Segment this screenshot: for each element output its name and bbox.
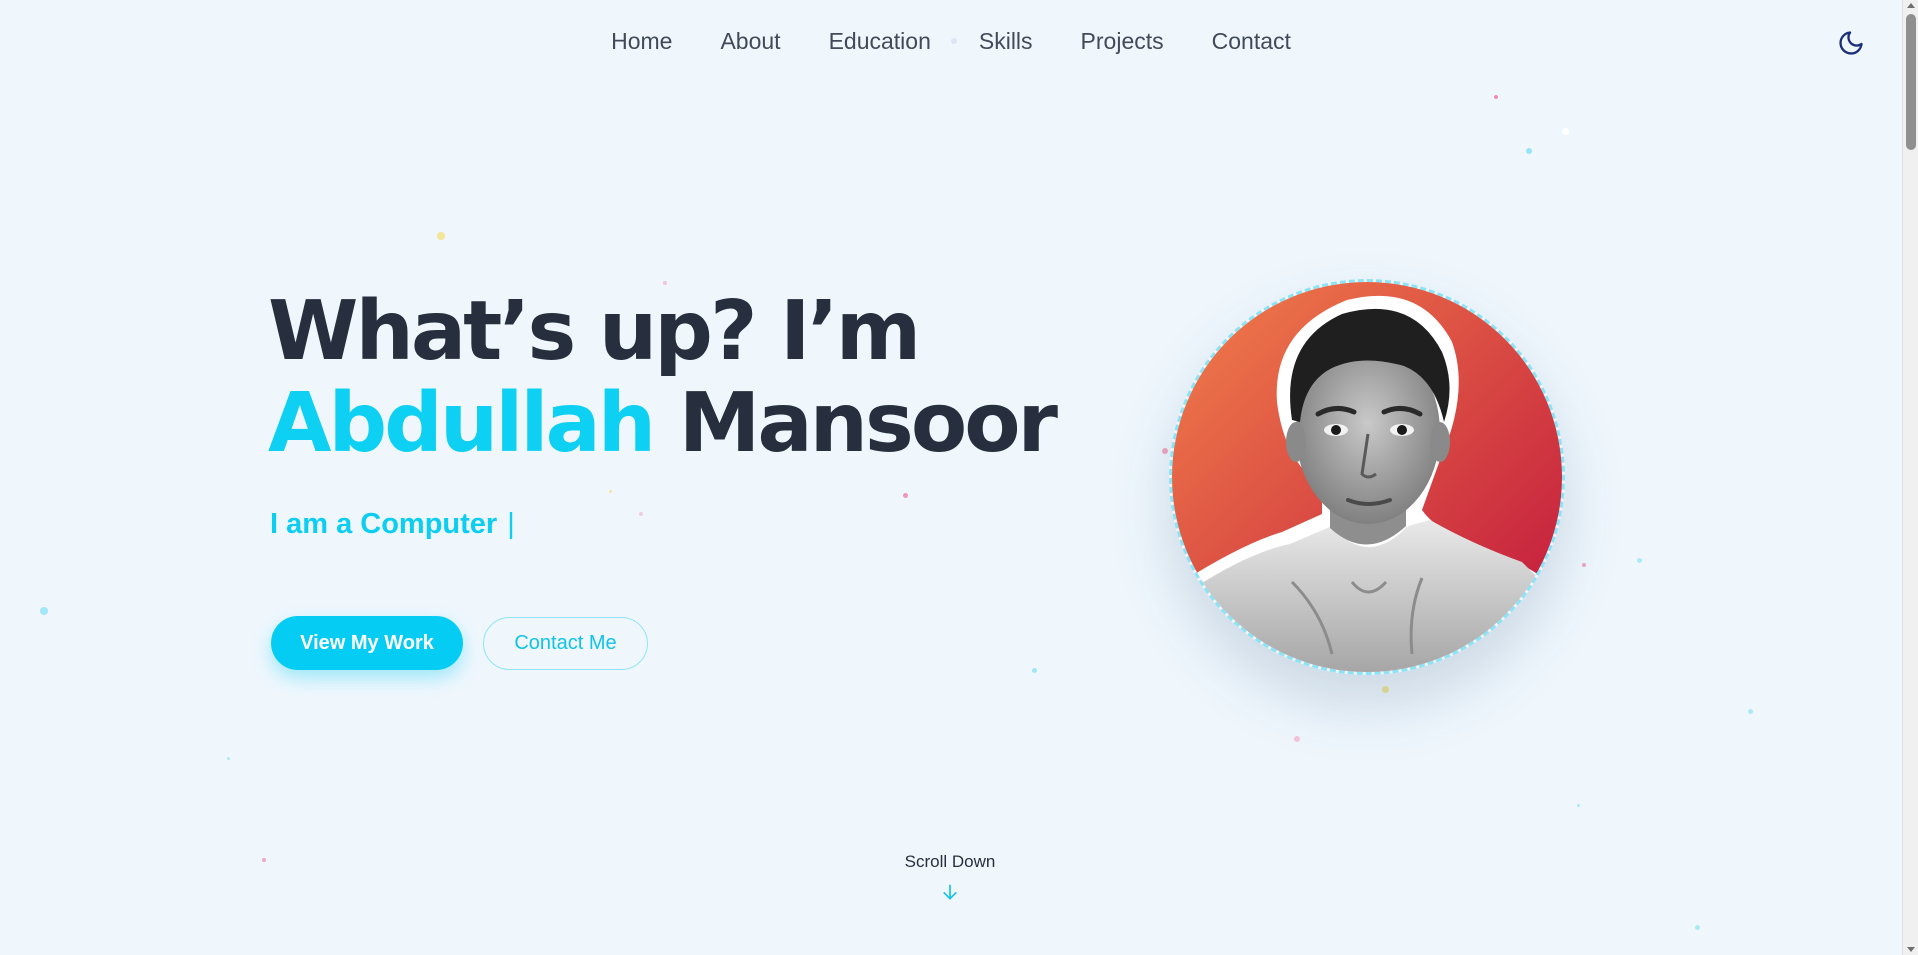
- hero-greeting: What’s up? I’m: [268, 284, 921, 379]
- nav-education[interactable]: Education: [829, 22, 931, 60]
- hero-last-name: Mansoor: [678, 376, 1058, 471]
- contact-me-button[interactable]: Contact Me: [483, 617, 648, 670]
- hero-subtitle: I am a Computer |: [270, 508, 515, 541]
- profile-photo: [1172, 282, 1562, 672]
- typing-text: I am a Computer: [270, 508, 498, 540]
- nav-home[interactable]: Home: [611, 22, 672, 60]
- view-my-work-button[interactable]: View My Work: [271, 616, 463, 670]
- page-scrollbar[interactable]: [1902, 0, 1918, 955]
- typing-cursor: |: [507, 508, 515, 540]
- scroll-up-arrow-icon[interactable]: [1907, 3, 1915, 8]
- scrollbar-thumb[interactable]: [1906, 14, 1916, 150]
- hero-title: What’s up? I’m Abdullah Mansoor: [268, 284, 1058, 471]
- scroll-down-label: Scroll Down: [904, 852, 996, 871]
- moon-icon: [1839, 31, 1863, 55]
- hero-first-name: Abdullah: [268, 376, 656, 471]
- profile-avatar: [1169, 279, 1565, 675]
- scroll-down-indicator[interactable]: Scroll Down: [900, 852, 1000, 902]
- scroll-down-arrow-icon[interactable]: [1907, 947, 1915, 952]
- theme-toggle-button[interactable]: [1834, 26, 1868, 60]
- nav-skills[interactable]: Skills: [979, 22, 1033, 60]
- arrow-down-icon: [943, 884, 957, 900]
- nav-about[interactable]: About: [720, 22, 780, 60]
- main-nav: Home About Education Skills Projects Con…: [0, 22, 1902, 60]
- nav-projects[interactable]: Projects: [1081, 22, 1164, 60]
- portfolio-page: Home About Education Skills Projects Con…: [0, 0, 1918, 955]
- nav-contact[interactable]: Contact: [1212, 22, 1291, 60]
